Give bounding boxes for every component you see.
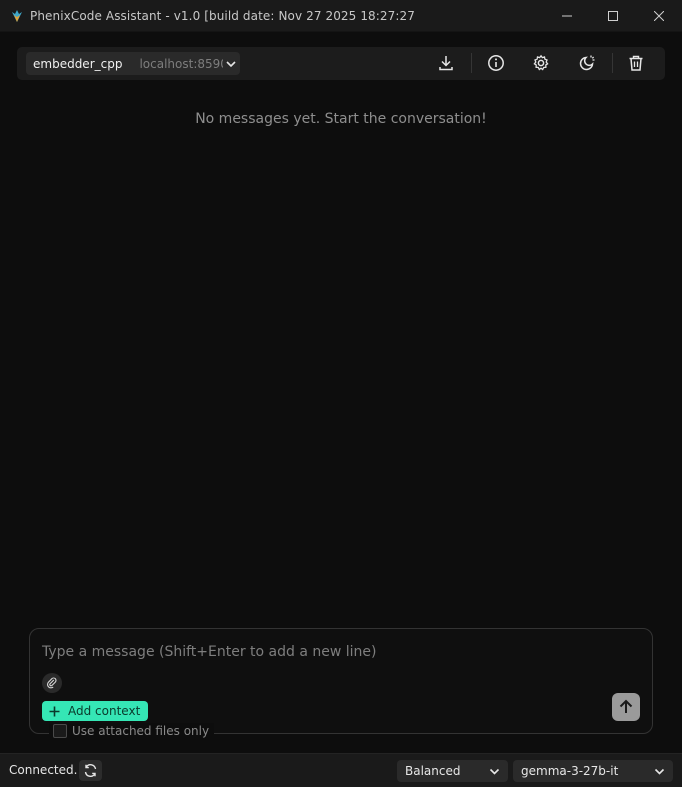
attach-file-button[interactable] xyxy=(42,673,62,693)
mode-select-value: Balanced xyxy=(405,764,461,778)
refresh-icon xyxy=(84,763,97,778)
app-logo-icon xyxy=(9,8,25,24)
maximize-button[interactable] xyxy=(590,0,636,31)
close-button[interactable] xyxy=(636,0,682,31)
theme-toggle-icon[interactable] xyxy=(577,53,597,73)
arrow-up-icon xyxy=(619,699,633,713)
connection-status: Connected. xyxy=(9,763,78,777)
server-name: embedder_cpp xyxy=(33,56,123,71)
plus-icon xyxy=(49,706,60,717)
chevron-down-icon xyxy=(654,766,665,777)
server-select[interactable]: embedder_cpp localhost:8590 xyxy=(26,52,240,75)
maximize-icon xyxy=(608,10,618,21)
attached-files-only-toggle[interactable]: Use attached files only xyxy=(49,723,215,739)
chat-toolbar: embedder_cpp localhost:8590 xyxy=(17,47,665,80)
toolbar-divider xyxy=(471,53,472,73)
attached-files-only-checkbox[interactable] xyxy=(53,724,67,738)
chevron-down-icon xyxy=(226,59,237,69)
info-icon[interactable] xyxy=(486,53,506,73)
paperclip-icon xyxy=(47,677,57,689)
model-select-value: gemma-3-27b-it xyxy=(521,764,619,778)
chevron-down-icon xyxy=(489,766,500,777)
message-input[interactable]: Type a message (Shift+Enter to add a new… xyxy=(42,644,377,660)
close-icon xyxy=(654,10,664,21)
download-icon[interactable] xyxy=(436,53,456,73)
minimize-icon xyxy=(562,15,572,16)
add-context-button[interactable]: Add context xyxy=(42,701,148,721)
mode-select[interactable]: Balanced xyxy=(397,760,508,782)
model-select[interactable]: gemma-3-27b-it xyxy=(513,760,673,782)
toolbar-divider xyxy=(612,53,613,73)
minimize-button[interactable] xyxy=(544,0,590,31)
window-title: PhenixCode Assistant - v1.0 [build date:… xyxy=(30,8,416,23)
settings-icon[interactable] xyxy=(531,53,551,73)
empty-conversation-message: No messages yet. Start the conversation! xyxy=(195,111,487,127)
attached-files-only-label: Use attached files only xyxy=(72,724,210,738)
title-bar: PhenixCode Assistant - v1.0 [build date:… xyxy=(0,0,682,32)
reconnect-button[interactable] xyxy=(79,760,102,781)
trash-icon[interactable] xyxy=(626,53,646,73)
message-composer: Type a message (Shift+Enter to add a new… xyxy=(29,628,653,734)
send-button[interactable] xyxy=(612,693,640,721)
server-host: localhost:8590 xyxy=(139,56,224,71)
add-context-label: Add context xyxy=(68,704,141,718)
window-controls xyxy=(544,0,682,31)
status-bar: Connected. Balanced gemma-3-27b-it xyxy=(0,753,682,787)
